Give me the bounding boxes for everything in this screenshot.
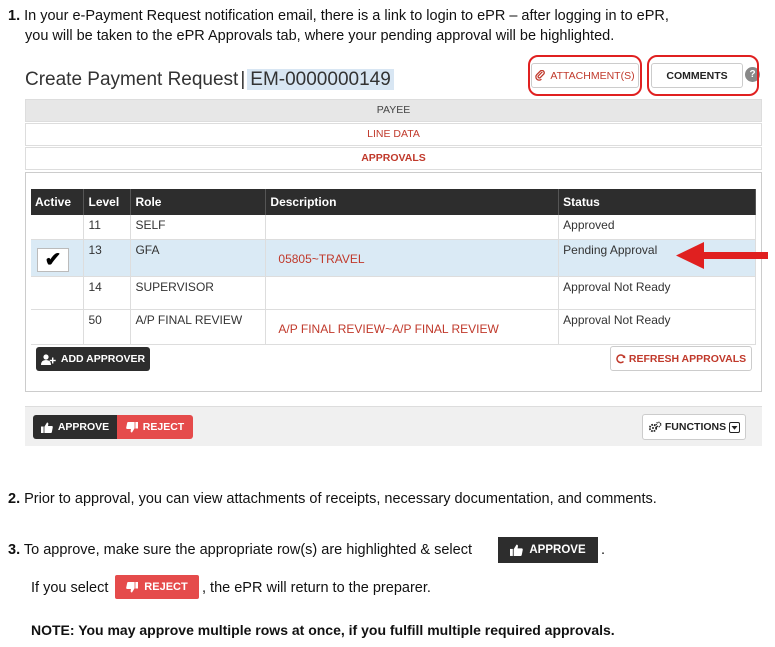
approvals-table: Active Level Role Description Status 11 … — [31, 189, 756, 345]
checkmark-icon: ✔ — [44, 249, 62, 271]
note-text: NOTE: You may approve multiple rows at o… — [31, 622, 615, 638]
thumbs-down-icon — [125, 421, 138, 433]
section-line-data[interactable]: LINE DATA — [25, 123, 762, 146]
functions-label: FUNCTIONS — [664, 421, 727, 433]
level-cell: 50 — [83, 309, 132, 345]
column-header-description: Description — [265, 189, 560, 215]
column-header-level: Level — [83, 189, 132, 215]
step-3-period: . — [601, 542, 606, 558]
status-cell: Approved — [558, 215, 756, 240]
step-3-reject-pre: If you select — [31, 580, 109, 596]
step-3-instructions: 3. To approve, make sure the appropriate… — [8, 540, 472, 560]
refresh-icon — [616, 353, 626, 364]
description-cell: A/P FINAL REVIEW~A/P FINAL REVIEW — [265, 309, 560, 345]
refresh-approvals-label: REFRESH APPROVALS — [628, 352, 747, 365]
step-3-text: To approve, make sure the appropriate ro… — [23, 542, 473, 558]
example-reject-button: REJECT — [115, 575, 199, 599]
gears-icon — [648, 421, 662, 433]
active-cell — [31, 309, 85, 345]
status-cell: Approval Not Ready — [558, 309, 756, 345]
step-1-number: 1. — [8, 8, 21, 24]
example-reject-label: REJECT — [144, 581, 188, 593]
level-cell: 13 — [83, 239, 132, 277]
description-text: 05805~TRAVEL — [278, 251, 365, 266]
role-cell: GFA — [130, 239, 267, 277]
step-2-instructions: 2. Prior to approval, you can view attac… — [8, 489, 657, 509]
thumbs-up-icon — [510, 544, 524, 556]
add-approver-label: ADD APPROVER — [60, 353, 146, 365]
comments-highlight-box — [647, 55, 759, 96]
step-2-number: 2. — [8, 491, 21, 507]
step-1-instructions: 1. In your e-Payment Request notificatio… — [8, 6, 768, 46]
section-payee[interactable]: PAYEE — [25, 99, 762, 122]
level-cell: 11 — [83, 215, 132, 240]
approvals-panel: Active Level Role Description Status 11 … — [25, 172, 762, 392]
request-id: EM-0000000149 — [247, 69, 394, 90]
example-approve-label: APPROVE — [529, 544, 586, 556]
active-checkbox[interactable]: ✔ — [37, 247, 69, 272]
approve-button[interactable]: APPROVE — [33, 415, 117, 439]
page-title: Create Payment Request | EM-0000000149 — [25, 69, 394, 91]
dropdown-caret-icon — [729, 421, 741, 433]
attachments-highlight-box — [528, 55, 642, 96]
role-cell: SELF — [130, 215, 267, 240]
pointer-arrow-icon — [676, 241, 768, 271]
description-cell — [265, 276, 560, 310]
column-header-status: Status — [558, 189, 756, 215]
step-1-line-1: In your e-Payment Request notification e… — [24, 8, 669, 24]
thumbs-down-icon — [126, 581, 139, 593]
step-3-number: 3. — [8, 542, 21, 558]
add-user-icon — [40, 353, 56, 365]
table-row-selected[interactable]: ✔ 13 GFA 05805~TRAVEL Pending Approval — [31, 239, 756, 277]
active-cell: ✔ — [31, 239, 85, 277]
reject-button[interactable]: REJECT — [117, 415, 193, 439]
column-header-active: Active — [31, 189, 85, 215]
table-header-row: Active Level Role Description Status — [31, 189, 756, 215]
table-row[interactable]: 50 A/P FINAL REVIEW A/P FINAL REVIEW~A/P… — [31, 309, 756, 345]
level-cell: 14 — [83, 276, 132, 310]
role-cell: SUPERVISOR — [130, 276, 267, 310]
step-1-line-2: you will be taken to the ePR Approvals t… — [25, 28, 615, 44]
role-cell: A/P FINAL REVIEW — [130, 309, 267, 345]
reject-label: REJECT — [142, 421, 185, 433]
column-header-role: Role — [130, 189, 267, 215]
table-row[interactable]: 14 SUPERVISOR Approval Not Ready — [31, 276, 756, 310]
description-text: A/P FINAL REVIEW~A/P FINAL REVIEW — [278, 321, 499, 336]
table-row[interactable]: 11 SELF Approved — [31, 215, 756, 240]
title-separator: | — [240, 69, 246, 90]
add-approver-button[interactable]: ADD APPROVER — [36, 347, 150, 371]
description-cell: 05805~TRAVEL — [265, 239, 560, 277]
page-title-text: Create Payment Request — [25, 69, 239, 90]
description-cell — [265, 215, 560, 240]
functions-button[interactable]: FUNCTIONS — [642, 414, 746, 440]
refresh-approvals-button[interactable]: REFRESH APPROVALS — [610, 346, 752, 371]
step-3-reject-post: , the ePR will return to the preparer. — [202, 580, 431, 596]
status-cell: Approval Not Ready — [558, 276, 756, 310]
step-2-text: Prior to approval, you can view attachme… — [24, 491, 657, 507]
active-cell — [31, 215, 85, 240]
thumbs-up-icon — [40, 422, 53, 433]
approve-label: APPROVE — [57, 421, 110, 433]
example-approve-button: APPROVE — [498, 537, 598, 563]
section-approvals[interactable]: APPROVALS — [25, 147, 762, 170]
active-cell — [31, 276, 85, 310]
action-footer: APPROVE REJECT FUNCTIONS — [25, 406, 762, 446]
